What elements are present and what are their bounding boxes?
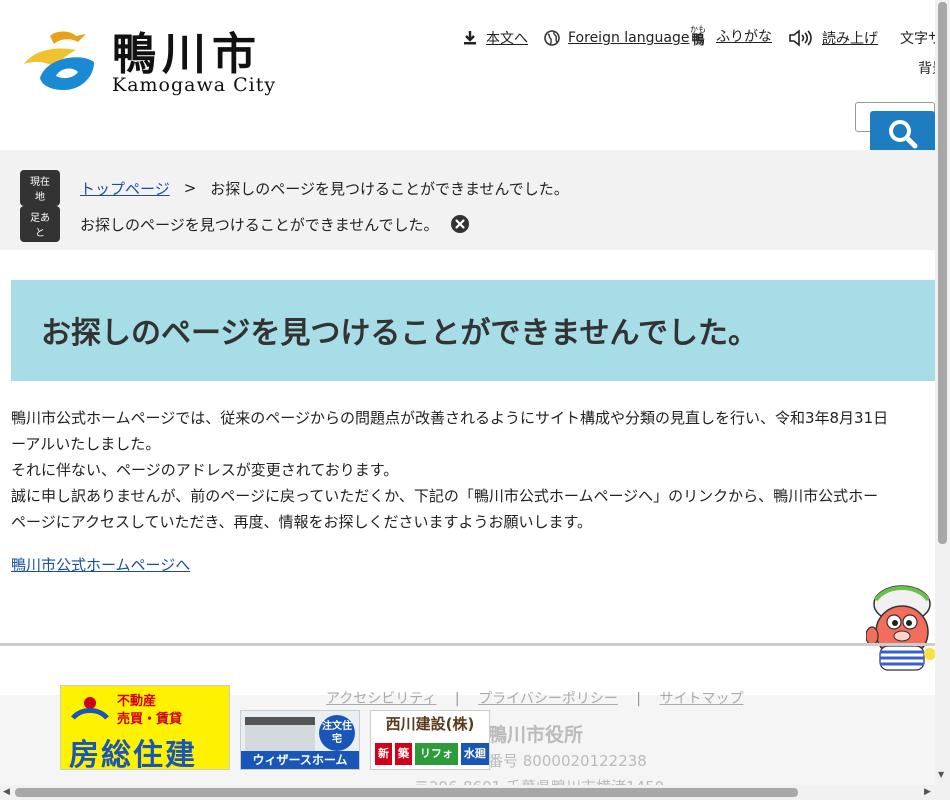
logo-english-name: Kamogawa City [112, 74, 277, 96]
ad3-cell: 築 [395, 743, 412, 765]
footer-link-sitemap[interactable]: サイトマップ [659, 691, 743, 707]
banner-ad-boso-jyuken[interactable]: 不動産 売買・賃貸 房総住建 [60, 685, 230, 770]
footer-link-separator: | [454, 691, 460, 707]
footer-corporate-number: 番号 8000020122238 [488, 752, 647, 770]
furigana-kanji: 鴨 [691, 32, 705, 48]
globe-icon [544, 30, 560, 46]
notice-line: 誠に申し訳ありませんが、前のページに戻っていただくか、下記の「鴨川市公式ホームペ… [11, 487, 879, 505]
furigana-link[interactable]: ふりがな [716, 26, 772, 46]
breadcrumb-separator: > [183, 179, 197, 197]
ad3-cell: 新 [375, 743, 392, 765]
foreign-language-link[interactable]: Foreign language [568, 30, 689, 46]
page-title: お探しのページを見つけることができませんでした。 [41, 316, 758, 351]
speaker-icon [789, 29, 812, 47]
breadcrumb-top-link[interactable]: トップページ [80, 178, 170, 199]
official-home-link[interactable]: 鴨川市公式ホームページへ [11, 554, 190, 575]
footprint-trail: 足あと お探しのページを見つけることができませんでした。 [20, 206, 469, 242]
furigana-toggle[interactable]: かも 鴨 ふりがな [690, 24, 772, 48]
footer-links: アクセシビリティ | プライバシーポリシー | サイトマップ [326, 688, 743, 708]
wave-logo-icon [71, 697, 109, 720]
horizontal-scrollbar[interactable]: ◀ ▶ [0, 785, 935, 800]
skip-to-content[interactable]: 本文へ [462, 26, 528, 50]
ad3-services: 新 築 リフォーム 水廻り [375, 743, 489, 765]
horizontal-scrollbar-thumb[interactable] [15, 788, 798, 797]
download-arrow-icon [464, 31, 476, 45]
site-header: 鴨川市 Kamogawa City 本文へ Foreign language か… [0, 0, 946, 150]
magnifier-icon [888, 119, 917, 148]
footprint-badge: 足あと [20, 206, 60, 242]
footer-office-name: 鴨川市役所 [488, 724, 584, 746]
ad2-badge: 注文住宅 [319, 715, 355, 751]
notice-line: ページにアクセスしていただき、再度、情報をお探しくださいますようお願いします。 [11, 513, 592, 531]
footer-link-accessibility[interactable]: アクセシビリティ [326, 691, 436, 707]
ad1-name: 房総住建 [69, 738, 197, 770]
ad3-name: 西川建設(株) [385, 715, 475, 733]
current-location-badge: 現在地 [20, 170, 60, 206]
scroll-down-arrow-icon[interactable]: ▼ [938, 770, 944, 779]
ad1-line2: 売買・賃貸 [117, 712, 183, 727]
vertical-scrollbar-thumb[interactable] [938, 2, 947, 544]
footprint-delete-icon[interactable] [450, 215, 469, 233]
breadcrumb: 現在地 トップページ > お探しのページを見つけることができませんでした。 [20, 170, 569, 206]
read-aloud-link[interactable]: 読み上げ [822, 28, 878, 48]
logo-japanese-name: 鴨川市 [112, 29, 262, 80]
kamogawa-logo-mark-icon [24, 31, 94, 90]
notice-line: それに伴ない、ページのアドレスが変更されております。 [11, 461, 399, 479]
skip-to-content-link[interactable]: 本文へ [486, 28, 528, 48]
ad1-line1: 不動産 [117, 694, 157, 709]
house-photo-icon [245, 717, 315, 751]
scroll-right-arrow-icon[interactable]: ▶ [924, 787, 931, 797]
footer-divider [0, 643, 935, 646]
banner-ad-withers-home[interactable]: 注文住宅 ウィザースホーム [240, 710, 360, 770]
scrollbar-corner [935, 785, 950, 800]
breadcrumb-area: 現在地 トップページ > お探しのページを見つけることができませんでした。 足あ… [0, 150, 935, 250]
footprint-item: お探しのページを見つけることができませんでした。 [80, 215, 439, 234]
notice-text: 鴨川市公式ホームページでは、従来のページからの問題点が改善されるようにサイト構成… [11, 405, 950, 535]
banner-ad-nishikawa-kensetsu[interactable]: 西川建設(株) 新 築 リフォーム 水廻り [370, 710, 490, 770]
mascot-character-icon[interactable] [866, 580, 936, 674]
ad3-cell: リフォーム [415, 743, 458, 765]
page-title-box: お探しのページを見つけることができませんでした。 [11, 280, 935, 381]
notice-line: ーアルいたしました。 [11, 435, 161, 453]
footer-link-separator: | [636, 691, 641, 707]
furigana-icon: かも 鴨 [690, 25, 706, 48]
scroll-left-arrow-icon[interactable]: ◀ [3, 787, 10, 797]
ad2-name: ウィザースホーム [241, 751, 359, 769]
read-aloud[interactable]: 読み上げ [788, 26, 878, 50]
breadcrumb-current: お探しのページを見つけることができませんでした。 [210, 179, 569, 198]
vertical-scrollbar[interactable]: ▼ [935, 0, 950, 785]
notice-line: 鴨川市公式ホームページでは、従来のページからの問題点が改善されるようにサイト構成… [11, 409, 889, 427]
ad3-cell: 水廻り [460, 743, 489, 765]
site-logo[interactable]: 鴨川市 Kamogawa City [20, 22, 280, 104]
foreign-language[interactable]: Foreign language [544, 26, 689, 50]
footer-link-privacy[interactable]: プライバシーポリシー [478, 691, 618, 707]
